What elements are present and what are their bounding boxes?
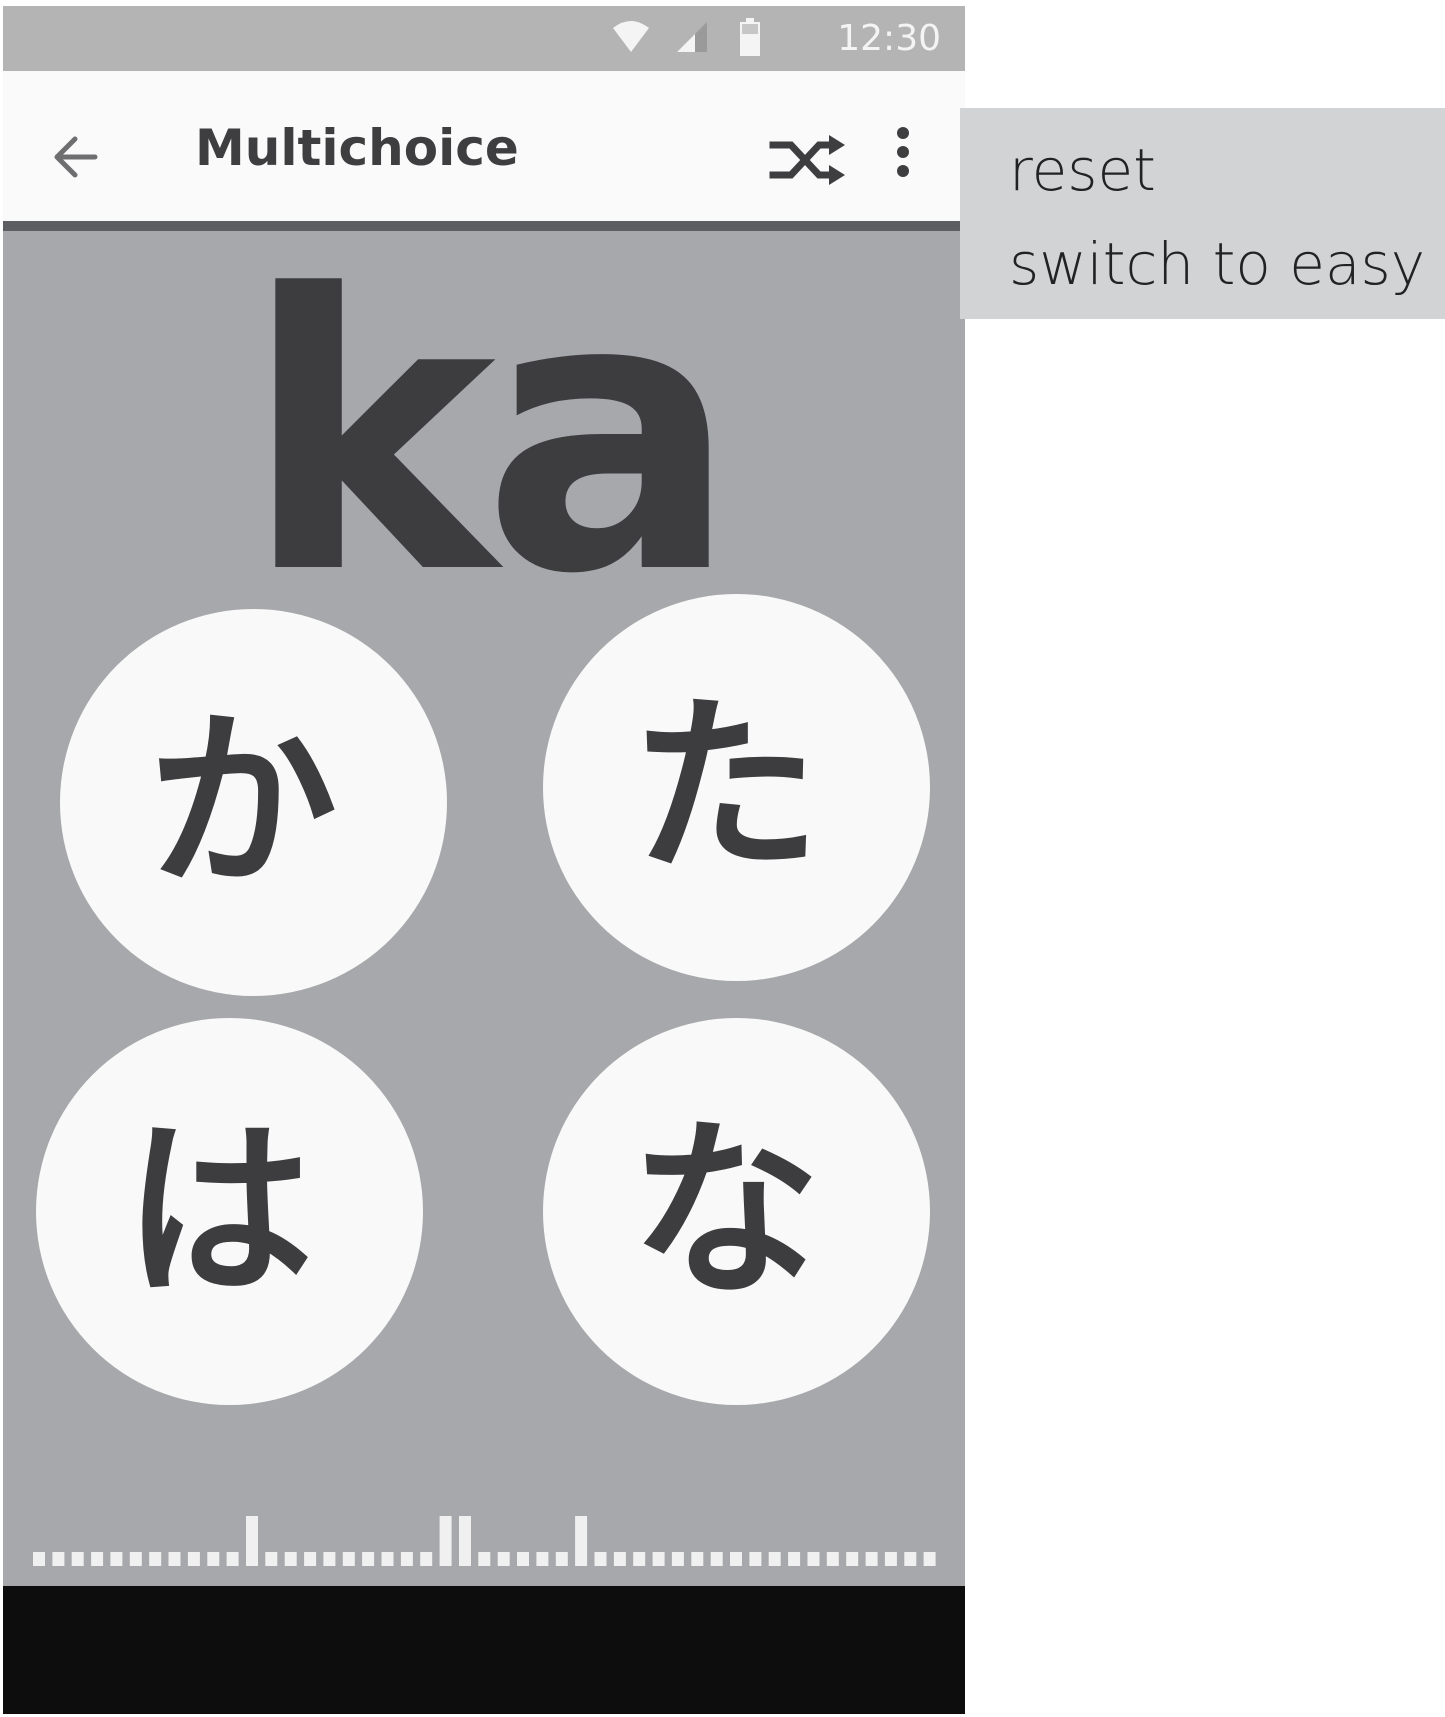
progress-tick — [129, 1552, 142, 1566]
progress-tick — [768, 1552, 781, 1566]
progress-tick — [342, 1552, 355, 1566]
progress-tick — [536, 1552, 549, 1566]
progress-tick — [826, 1552, 839, 1566]
choice-label: は — [123, 1100, 314, 1322]
progress-tick — [788, 1552, 801, 1566]
shuffle-button[interactable] — [769, 131, 849, 191]
progress-tick — [594, 1552, 607, 1566]
progress-tick — [749, 1552, 762, 1566]
progress-tick — [362, 1552, 375, 1566]
progress-tick — [807, 1552, 820, 1566]
progress-tick — [91, 1552, 104, 1566]
progress-indicator — [33, 1516, 936, 1566]
progress-tick — [284, 1552, 297, 1566]
wifi-icon — [613, 21, 649, 52]
progress-tick — [265, 1552, 278, 1566]
status-time: 12:30 — [837, 18, 941, 59]
choice-button-3[interactable]: は — [36, 1018, 423, 1405]
progress-tick — [439, 1516, 452, 1566]
progress-tick — [652, 1552, 665, 1566]
progress-tick — [884, 1552, 897, 1566]
app-bar: Multichoice — [3, 71, 965, 227]
battery-icon — [740, 18, 760, 56]
progress-tick — [207, 1552, 220, 1566]
back-button[interactable] — [49, 129, 109, 185]
progress-tick — [671, 1552, 684, 1566]
progress-tick — [246, 1516, 258, 1566]
menu-item-switch-to-easy[interactable]: switch to easy — [1009, 230, 1425, 298]
prompt-romaji: ka — [243, 214, 738, 657]
progress-tick — [381, 1552, 394, 1566]
progress-tick — [613, 1552, 626, 1566]
choice-label: た — [630, 676, 821, 898]
progress-tick — [478, 1552, 491, 1566]
progress-tick — [187, 1552, 200, 1566]
progress-tick — [459, 1516, 471, 1566]
choice-label: な — [630, 1100, 821, 1322]
shuffle-icon — [769, 135, 845, 185]
progress-tick — [904, 1552, 917, 1566]
progress-tick — [52, 1552, 65, 1566]
progress-tick — [846, 1552, 859, 1566]
progress-tick — [730, 1552, 742, 1566]
progress-tick — [323, 1552, 336, 1566]
progress-tick — [691, 1552, 704, 1566]
choice-button-1[interactable]: か — [60, 609, 447, 996]
progress-tick — [110, 1552, 123, 1566]
progress-tick — [575, 1516, 588, 1566]
choice-button-4[interactable]: な — [543, 1018, 930, 1405]
choice-label: か — [147, 691, 338, 913]
progress-tick — [149, 1552, 162, 1566]
progress-tick — [923, 1552, 936, 1566]
navigation-bar — [3, 1586, 965, 1714]
progress-tick — [865, 1552, 878, 1566]
progress-tick — [633, 1552, 646, 1566]
progress-tick — [304, 1552, 317, 1566]
status-bar: 12:30 — [3, 6, 965, 71]
more-vert-icon — [897, 127, 909, 177]
progress-tick — [33, 1552, 45, 1566]
overflow-menu: reset switch to easy — [960, 108, 1445, 319]
progress-tick — [497, 1552, 510, 1566]
page-title: Multichoice — [195, 119, 519, 177]
progress-tick — [226, 1552, 239, 1566]
overflow-menu-button[interactable] — [889, 121, 917, 191]
progress-tick — [517, 1552, 529, 1566]
progress-tick — [710, 1552, 723, 1566]
arrow-back-icon — [54, 136, 98, 178]
menu-item-reset[interactable]: reset — [1009, 136, 1156, 204]
progress-tick — [420, 1552, 433, 1566]
choice-button-2[interactable]: た — [543, 594, 930, 981]
progress-tick — [71, 1552, 84, 1566]
progress-tick — [555, 1552, 568, 1566]
progress-tick — [400, 1552, 413, 1566]
phone-screen: 12:30 Multichoice ka か た は な — [3, 6, 965, 1714]
cell-signal-icon — [677, 22, 707, 52]
progress-tick — [168, 1552, 181, 1566]
